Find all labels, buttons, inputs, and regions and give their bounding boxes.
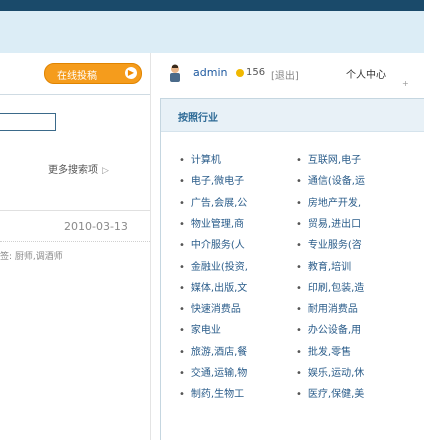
industry-link[interactable]: • 中介服务(人 (179, 236, 245, 251)
post-date: 2010-03-13 (64, 220, 128, 233)
divider-line (0, 241, 150, 242)
industry-label: 房地产开发, (307, 197, 362, 209)
industry-link[interactable]: • 通信(设备,运 (296, 172, 365, 187)
bullet-icon: • (296, 389, 302, 401)
industry-label: 交通,运输,物 (190, 368, 248, 379)
industry-link[interactable]: • 广告,会展,公 (179, 194, 247, 209)
industry-link[interactable]: • 快速消费品 (179, 300, 241, 315)
industry-label: 制药,生物工 (190, 389, 245, 401)
industry-link[interactable]: • 交通,运输,物 (179, 364, 247, 379)
industry-link[interactable]: • 媒体,出版,文 (179, 279, 247, 294)
industry-label: 专业服务(咨 (307, 240, 362, 252)
coin-icon (236, 69, 244, 77)
post-button[interactable]: 在线投稿 ▶ (44, 63, 142, 84)
logout-link[interactable]: [退出] (271, 67, 299, 82)
industry-label: 医疗,保健,美 (307, 389, 365, 401)
industry-label: 计算机 (190, 155, 221, 166)
bullet-icon: • (296, 346, 302, 358)
industry-link[interactable]: • 耐用消费品 (296, 300, 358, 315)
industry-link[interactable]: • 房地产开发, (296, 194, 361, 209)
industry-label: 通信(设备,运 (307, 176, 365, 188)
bullet-icon: • (179, 325, 185, 337)
divider-line (0, 210, 150, 211)
industry-label: 电子,微电子 (190, 176, 245, 188)
header-banner (0, 11, 424, 53)
industry-link[interactable]: • 电子,微电子 (179, 172, 244, 187)
industry-label: 贸易,进出口 (307, 218, 362, 230)
advanced-search-link[interactable]: 更多搜索项 ▷ (48, 161, 109, 176)
bullet-icon: • (179, 304, 185, 316)
industry-link[interactable]: • 金融业(投资, (179, 258, 248, 273)
search-input[interactable] (0, 113, 56, 131)
industry-link[interactable]: • 娱乐,运动,休 (296, 364, 364, 379)
bullet-icon: • (296, 240, 302, 252)
industry-link[interactable]: • 物业管理,商 (179, 215, 244, 230)
industry-label: 金融业(投资, (190, 261, 248, 273)
bullet-icon: • (179, 261, 185, 273)
plus-icon: + (402, 79, 409, 88)
industry-label: 互联网,电子 (307, 155, 362, 166)
bullet-icon: • (296, 304, 302, 316)
username-link[interactable]: admin (193, 66, 227, 79)
industry-link[interactable]: • 医疗,保健,美 (296, 385, 364, 400)
industry-label: 物业管理,商 (190, 218, 245, 230)
bullet-icon: • (179, 176, 185, 188)
industry-panel: 按照行业 • 计算机 • 电子,微电子 • 广告,会展,公 • 物业管理,商 • 中介服务(人 • 金… (160, 98, 424, 440)
bullet-icon: • (179, 218, 185, 230)
column-divider (150, 53, 151, 440)
bullet-icon: • (179, 197, 185, 209)
industry-link[interactable]: • 批发,零售 (296, 343, 351, 358)
industry-link[interactable]: • 旅游,酒店,餐 (179, 343, 247, 358)
advanced-search-label: 更多搜索项 (48, 165, 98, 176)
credits-count: 156 (246, 67, 266, 78)
industry-label: 快速消费品 (190, 304, 241, 316)
industry-label: 印刷,包装,造 (307, 282, 365, 294)
industry-label: 旅游,酒店,餐 (190, 346, 248, 358)
industry-label: 耐用消费品 (307, 304, 358, 316)
left-column: 在线投稿 ▶ 更多搜索项 ▷ 2010-03-13 签: 厨师,调酒师 (0, 53, 150, 440)
go-arrow-icon: ▶ (125, 67, 137, 79)
industry-label: 娱乐,运动,休 (307, 368, 365, 379)
industry-link[interactable]: • 互联网,电子 (296, 151, 361, 166)
triangle-right-icon: ▷ (102, 166, 109, 176)
bullet-icon: • (296, 282, 302, 294)
bullet-icon: • (296, 218, 302, 230)
bullet-icon: • (179, 282, 185, 294)
industry-label: 广告,会展,公 (190, 197, 248, 209)
bullet-icon: • (296, 261, 302, 273)
bullet-icon: • (179, 155, 185, 166)
industry-link[interactable]: • 教育,培训 (296, 258, 351, 273)
bullet-icon: • (296, 176, 302, 188)
user-avatar-icon (170, 64, 180, 82)
user-bar: admin 156 [退出] 个人中心 + (160, 62, 410, 88)
bullet-icon: • (179, 389, 185, 401)
bullet-icon: • (296, 368, 302, 379)
bullet-icon: • (179, 346, 185, 358)
industry-label: 教育,培训 (307, 261, 352, 273)
panel-header: 按照行业 (161, 99, 424, 132)
bullet-icon: • (179, 368, 185, 379)
industry-label: 批发,零售 (307, 346, 352, 358)
bullet-icon: • (296, 155, 302, 166)
industry-label: 中介服务(人 (190, 240, 245, 252)
panel-title: 按照行业 (178, 113, 218, 124)
industry-link[interactable]: • 专业服务(咨 (296, 236, 362, 251)
bullet-icon: • (296, 325, 302, 337)
industry-link[interactable]: • 家电业 (179, 321, 221, 336)
industry-label: 媒体,出版,文 (190, 282, 248, 294)
post-button-label: 在线投稿 (57, 71, 97, 82)
industry-link[interactable]: • 印刷,包装,造 (296, 279, 364, 294)
industry-link[interactable]: • 贸易,进出口 (296, 215, 361, 230)
bullet-icon: • (296, 197, 302, 209)
tags-text: 签: 厨师,调酒师 (0, 252, 63, 262)
industry-link[interactable]: • 制药,生物工 (179, 385, 244, 400)
top-bar (0, 0, 424, 11)
user-center-link[interactable]: 个人中心 (346, 66, 386, 81)
industry-link[interactable]: • 计算机 (179, 151, 221, 166)
bullet-icon: • (179, 240, 185, 252)
industry-link[interactable]: • 办公设备,用 (296, 321, 361, 336)
divider-line (0, 94, 150, 95)
industry-label: 办公设备,用 (307, 325, 362, 337)
industry-label: 家电业 (190, 325, 221, 337)
